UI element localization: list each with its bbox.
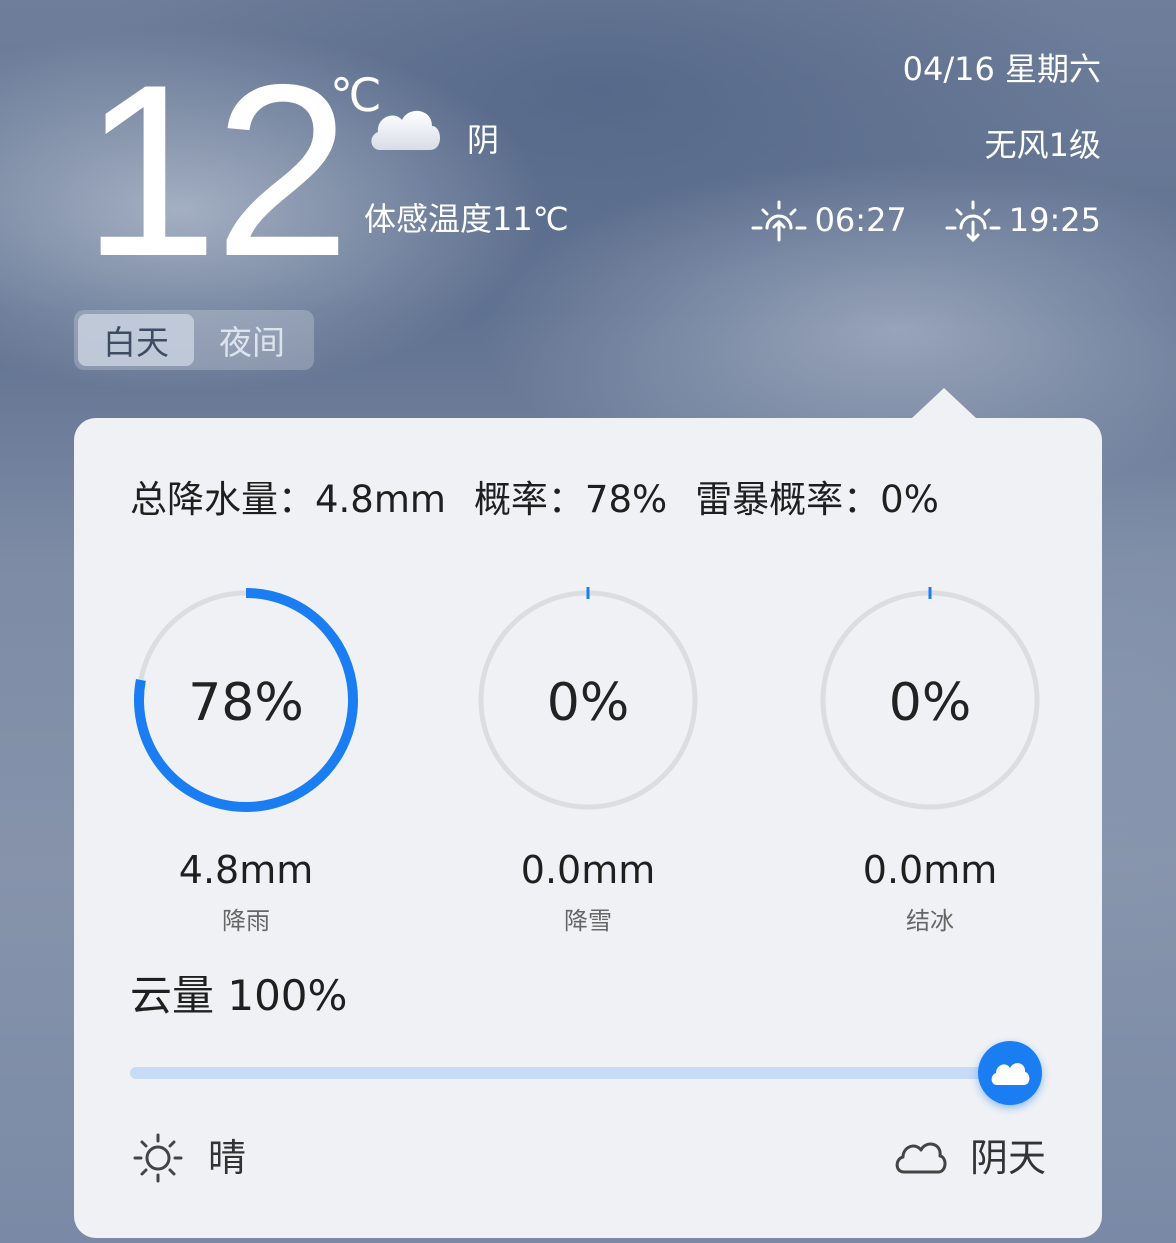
cloud-cover-slider-track[interactable] bbox=[130, 1067, 1040, 1079]
feels-like-temperature: 体感温度11℃ bbox=[364, 200, 569, 238]
rain-gauge: 78% 4.8mm 降雨 bbox=[131, 585, 361, 935]
snow-amount: 0.0mm bbox=[520, 848, 656, 892]
sunrise-icon bbox=[751, 200, 807, 242]
tab-day[interactable]: 白天 bbox=[78, 314, 194, 366]
rain-amount: 4.8mm bbox=[178, 848, 314, 892]
sunrise-time: 06:27 bbox=[814, 201, 907, 239]
date-label: 04/16 星期六 bbox=[902, 50, 1101, 88]
wind-label: 无风1级 bbox=[984, 126, 1101, 164]
tab-night[interactable]: 夜间 bbox=[194, 314, 310, 366]
cloud-cover-title: 云量 100% bbox=[130, 971, 348, 1020]
overcast-label: 阴天 bbox=[969, 1136, 1046, 1180]
sunset-time: 19:25 bbox=[1008, 201, 1101, 239]
cloud-cover-slider-thumb[interactable] bbox=[978, 1041, 1042, 1105]
sun-icon bbox=[133, 1133, 183, 1183]
snow-gauge: 0% 0.0mm 降雪 bbox=[473, 585, 703, 935]
total-precipitation: 总降水量：4.8mm bbox=[130, 478, 446, 521]
precipitation-probability: 概率：78% bbox=[473, 478, 668, 521]
ice-percent: 0% bbox=[888, 673, 972, 733]
sunrise: 06:27 bbox=[751, 198, 907, 242]
precipitation-card: 总降水量：4.8mm 概率：78% 雷暴概率：0% 78% 4.8mm 降雨 0% … bbox=[74, 418, 1102, 1238]
snow-percent: 0% bbox=[546, 673, 630, 733]
snow-label: 降雪 bbox=[564, 907, 612, 935]
cloud-scale-max: 阴天 bbox=[892, 1132, 1046, 1184]
sunset-icon bbox=[945, 200, 1001, 242]
day-night-toggle[interactable]: 白天 夜间 bbox=[74, 310, 314, 370]
card-pointer bbox=[912, 388, 976, 418]
cloud-outline-icon bbox=[895, 1142, 947, 1174]
ice-label: 结冰 bbox=[906, 907, 954, 935]
current-temperature: 12 bbox=[82, 33, 351, 307]
clear-label: 晴 bbox=[208, 1136, 247, 1180]
sunset: 19:25 bbox=[945, 198, 1101, 242]
weather-condition: 阴 bbox=[467, 121, 500, 159]
thunderstorm-probability: 雷暴概率：0% bbox=[695, 478, 939, 521]
ice-gauge: 0% 0.0mm 结冰 bbox=[815, 585, 1045, 935]
cloud-icon bbox=[371, 110, 440, 150]
cloud-scale-min: 晴 bbox=[130, 1132, 246, 1184]
sun-times: 06:27 19:25 bbox=[751, 198, 1101, 242]
cloud-icon bbox=[991, 1063, 1030, 1085]
ice-amount: 0.0mm bbox=[862, 848, 998, 892]
rain-label: 降雨 bbox=[222, 907, 270, 935]
rain-percent: 78% bbox=[188, 673, 304, 733]
precipitation-summary: 总降水量：4.8mm 概率：78% 雷暴概率：0% bbox=[130, 476, 939, 524]
